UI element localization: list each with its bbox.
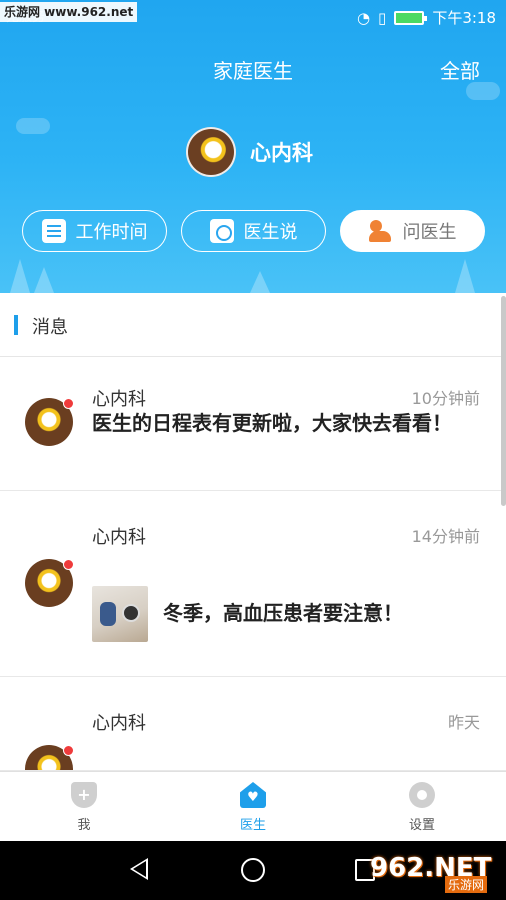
message-sender: 心内科 bbox=[92, 713, 146, 734]
tab-me-label: 我 bbox=[77, 818, 91, 833]
ask-doctor-icon bbox=[368, 219, 393, 243]
doctor-profile[interactable]: 心内科 bbox=[186, 127, 313, 177]
tree-decoration bbox=[455, 259, 475, 293]
doctor-says-label: 医生说 bbox=[243, 222, 298, 243]
tab-doctor-label: 医生 bbox=[239, 818, 266, 833]
tab-settings-label: 设置 bbox=[408, 818, 435, 833]
doctor-says-button[interactable]: 医生说 bbox=[181, 210, 326, 252]
message-item[interactable]: 心内科 昨天 bbox=[0, 677, 506, 771]
calendar-edit-icon bbox=[41, 219, 66, 243]
message-text: 医生的日程表有更新啦，大家快去看看！ bbox=[92, 411, 452, 435]
speech-icon bbox=[209, 219, 234, 243]
section-marker bbox=[14, 315, 18, 335]
clock: 下午3:18 bbox=[432, 9, 496, 27]
tree-decoration bbox=[34, 267, 54, 293]
header-banner: 无服务 乐游网 www.962.net ◔ ▯ 下午3:18 家庭医生 全部 心… bbox=[0, 0, 506, 293]
message-item[interactable]: 心内科 10分钟前 医生的日程表有更新啦，大家快去看看！ bbox=[0, 357, 506, 491]
site-watermark: 乐游网 www.962.net bbox=[0, 2, 138, 22]
message-thumbnail bbox=[92, 586, 148, 642]
home-icon[interactable] bbox=[241, 858, 265, 882]
message-time: 10分钟前 bbox=[411, 389, 480, 408]
unread-dot bbox=[63, 398, 74, 409]
message-item[interactable]: 心内科 14分钟前 冬季，高血压患者要注意！ bbox=[0, 491, 506, 677]
tree-decoration bbox=[250, 271, 270, 293]
cloud-decoration bbox=[16, 118, 50, 134]
messages-header: 消息 bbox=[0, 293, 506, 357]
site-logo-sub: 乐游网 bbox=[445, 876, 488, 893]
cloud-decoration bbox=[466, 82, 500, 100]
message-sender: 心内科 bbox=[92, 389, 146, 410]
unread-dot bbox=[63, 745, 74, 756]
tab-me[interactable]: 我 bbox=[44, 782, 124, 833]
unread-dot bbox=[63, 559, 74, 570]
work-time-button[interactable]: 工作时间 bbox=[22, 210, 167, 252]
work-time-label: 工作时间 bbox=[75, 222, 148, 243]
tab-doctor[interactable]: 医生 bbox=[213, 782, 293, 833]
scrollbar[interactable] bbox=[501, 296, 506, 506]
bottom-tab-bar: 我 医生 设置 bbox=[0, 771, 506, 841]
wifi-icon: ◔ bbox=[356, 8, 371, 27]
tab-settings[interactable]: 设置 bbox=[382, 782, 462, 833]
alert-icon: ▯ bbox=[378, 8, 387, 27]
shield-icon bbox=[71, 782, 97, 808]
doctor-name: 心内科 bbox=[250, 141, 313, 165]
gear-icon bbox=[409, 782, 435, 808]
ask-doctor-label: 问医生 bbox=[402, 222, 457, 243]
message-time: 14分钟前 bbox=[411, 527, 480, 546]
all-button[interactable]: 全部 bbox=[440, 55, 480, 84]
status-bar: 无服务 乐游网 www.962.net ◔ ▯ 下午3:18 bbox=[0, 0, 506, 34]
avatar bbox=[186, 127, 236, 177]
battery-icon bbox=[394, 10, 428, 25]
tree-decoration bbox=[10, 259, 30, 293]
doctor-home-icon bbox=[240, 782, 266, 808]
ask-doctor-button[interactable]: 问医生 bbox=[340, 210, 485, 252]
message-sender: 心内科 bbox=[92, 527, 146, 548]
back-icon[interactable] bbox=[130, 858, 148, 880]
page-title: 家庭医生 bbox=[213, 59, 293, 83]
section-title: 消息 bbox=[32, 317, 68, 338]
message-time: 昨天 bbox=[447, 713, 480, 732]
message-text: 冬季，高血压患者要注意！ bbox=[163, 601, 403, 625]
status-icons: ◔ ▯ 下午3:18 bbox=[357, 7, 496, 28]
